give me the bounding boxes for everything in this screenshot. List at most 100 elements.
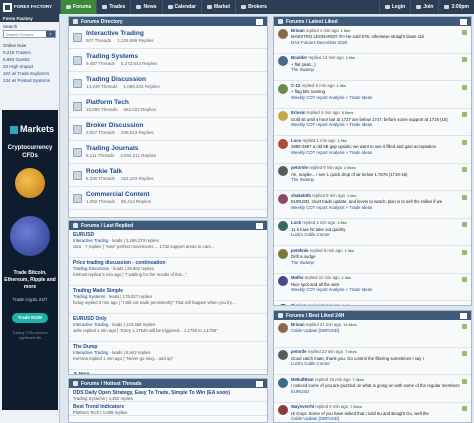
post-thread-link[interactable]: Weekly COT report Analysis + Trade Ideas [291,287,460,293]
hot-thread-row[interactable]: DDS Daily Open Strategy, Easy To Trade, … [69,388,267,402]
thread-forum-link[interactable]: Interactive Trading [73,238,108,243]
avatar[interactable] [278,28,288,39]
site-logo[interactable]: FOREX FACTORY [0,0,60,14]
search-input[interactable] [4,31,44,37]
go-icon[interactable] [256,380,263,387]
forum-directory-row[interactable]: Broker Discussion 3,007 Threads 209,613 Re… [69,118,267,141]
forum-directory-row[interactable]: Commercial Content 1,092 Threads 95,414 Re… [69,187,267,210]
liked-post-row[interactable]: petorile replied 23 min ago 7 likes Good c… [274,348,471,375]
post-excerpt[interactable]: 2980-2987 a old 6B gap upside; we want t… [291,144,460,150]
post-thread-link[interactable]: Luck's Cable Corner [291,232,460,238]
go-icon[interactable] [256,222,263,229]
avatar[interactable] [278,276,288,286]
post-excerpt[interactable]: I noticed some of you are puzzled on wha… [291,383,460,389]
liked-post-row[interactable]: Brioan replied 21 min ago 13 likes Cable U… [274,320,471,348]
liked-post-row[interactable]: Lock replied 2 min ago 1 like 11 5 lows hi… [274,219,471,246]
post-thread-link[interactable]: Weekly COT report Analysis + Trade Ideas [291,150,460,156]
forum-directory-row[interactable]: Trading Systems 9,487 Threads 5,273,643 Re… [69,49,267,72]
thread-row[interactable]: EURUSD Interactive Trading · leads | 1,18… [69,230,267,258]
post-user-link[interactable]: C-12 [291,83,300,88]
thumbs-up-icon[interactable] [462,57,467,62]
go-icon[interactable] [460,312,467,319]
post-user-link[interactable]: Loco [291,138,301,143]
thumbs-up-icon[interactable] [462,222,467,227]
post-thread-link[interactable]: The Swamp [291,67,460,73]
thread-forum-link[interactable]: Trading Systems [73,294,105,299]
post-user-link[interactable]: shakeb0b [291,193,311,198]
liked-post-row[interactable]: peteknle replied 9 min ago 1 like Drift a … [274,246,471,274]
avatar[interactable] [278,56,288,66]
forum-name[interactable]: Broker Discussion [86,122,159,130]
avatar[interactable] [278,377,288,388]
thumbs-up-icon[interactable] [462,277,467,282]
post-user-link[interactable]: MrBullBear [291,377,314,382]
forum-name[interactable]: Rookie Talk [86,168,159,176]
forum-directory-row[interactable]: Trading Journals 8,111 Threads 3,004,211 R… [69,141,267,164]
go-icon[interactable] [256,18,263,25]
collapse-icon[interactable] [73,223,78,228]
liked-post-row[interactable]: Erlosin replied 4 min ago 3 likes Gold sit… [274,109,471,136]
ad-trade-button[interactable]: Trade NOW [12,313,48,323]
nav-trades[interactable]: Trades [96,0,130,14]
thumbs-up-icon[interactable] [462,194,467,200]
thread-row[interactable]: The Dump Interactive Trading · leads | 8,… [69,342,267,370]
online-high-impact[interactable]: 23 High Impact [0,63,59,70]
post-user-link[interactable]: Brioan [291,28,305,33]
forum-directory-row[interactable]: Trading Discussion 14,249 Threads 1,089,22… [69,72,267,95]
post-thread-link[interactable]: The Swamp [291,177,460,183]
avatar[interactable] [278,405,288,415]
post-user-link[interactable]: Biovian [291,303,307,306]
nav-market[interactable]: Market [200,0,235,14]
avatar[interactable] [278,303,288,305]
post-thread-link[interactable]: Cable Update [GBPUSD] [291,416,460,422]
forum-name[interactable]: Trading Discussion [86,76,166,84]
go-icon[interactable] [460,18,467,25]
post-thread-link[interactable]: Cable Update [GBPUSD] [291,328,460,334]
online-traders[interactable]: 9,216 Traders [0,49,59,56]
thread-forum-link[interactable]: Interactive Trading [73,350,108,355]
avatar[interactable] [278,166,288,176]
post-user-link[interactable]: Brioan [291,322,305,327]
nav-news[interactable]: News [130,0,161,14]
post-user-link[interactable]: Maths [291,275,303,280]
post-excerpt[interactable]: EURUSD, short trade update, and levels t… [291,199,460,205]
join-link[interactable]: Join [410,0,438,14]
advertisement[interactable]: Markets Cryptocurrency CFDs Trade Bitcoi… [2,110,58,410]
thread-row[interactable]: Trading Made Simple Trading Systems · lea… [69,286,267,314]
thumbs-up-icon[interactable] [462,112,467,117]
avatar[interactable] [278,248,288,259]
liked-post-row[interactable]: shakeb0b replied 9 min ago 1 like EURUSD, … [274,191,471,219]
avatar[interactable] [278,350,288,360]
collapse-icon[interactable] [73,19,78,24]
avatar[interactable] [278,83,288,94]
liked-post-row[interactable]: Wayeverrhl replied 5 min ago 7 likes Hi Gu… [274,403,471,423]
nav-brokers[interactable]: Brokers [235,0,272,14]
forum-directory-row[interactable]: Rookie Talk 6,330 Threads 152,103 Replies [69,164,267,187]
post-thread-link[interactable]: Weekly COT report Analysis + Trade Ideas [291,95,460,101]
online-guests[interactable]: 6,993 Guests [0,56,59,63]
thumbs-up-icon[interactable] [462,378,467,384]
forum-name[interactable]: Interactive Trading [86,30,159,38]
post-thread-link[interactable]: Weekly COT report Analysis + Trade Ideas [291,122,460,128]
avatar[interactable] [278,138,288,149]
thumbs-up-icon[interactable] [462,351,467,356]
post-user-link[interactable]: Boulder [291,55,307,60]
search-icon[interactable]: ⌕ [46,31,55,37]
forum-name[interactable]: Trading Journals [86,145,162,153]
forum-directory-row[interactable]: Platform Tech 15,895 Threads 562,023 Repli… [69,95,267,118]
collapse-icon[interactable] [278,313,283,318]
liked-post-row[interactable]: Boulder replied 14 min ago 1 like + flat (… [274,54,471,81]
collapse-icon[interactable] [73,381,78,386]
more-link[interactable]: ▼ More [69,370,267,374]
post-user-link[interactable]: petornle [291,165,308,170]
avatar[interactable] [278,221,288,231]
thread-forum-link[interactable]: Trading Discussion [73,266,109,271]
liked-post-row[interactable]: MrBullBear replied 16 min ago 7 likes I no… [274,375,471,403]
post-user-link[interactable]: Lock [291,220,301,225]
avatar[interactable] [278,322,288,333]
thumbs-up-icon[interactable] [462,84,467,90]
thumbs-up-icon[interactable] [462,304,467,305]
collapse-icon[interactable] [278,19,283,24]
post-thread-link[interactable]: Luck's Cable Corner [291,361,460,367]
liked-post-row[interactable]: Biovian replied 9 min ago1 likeEURUSD is… [274,301,471,306]
